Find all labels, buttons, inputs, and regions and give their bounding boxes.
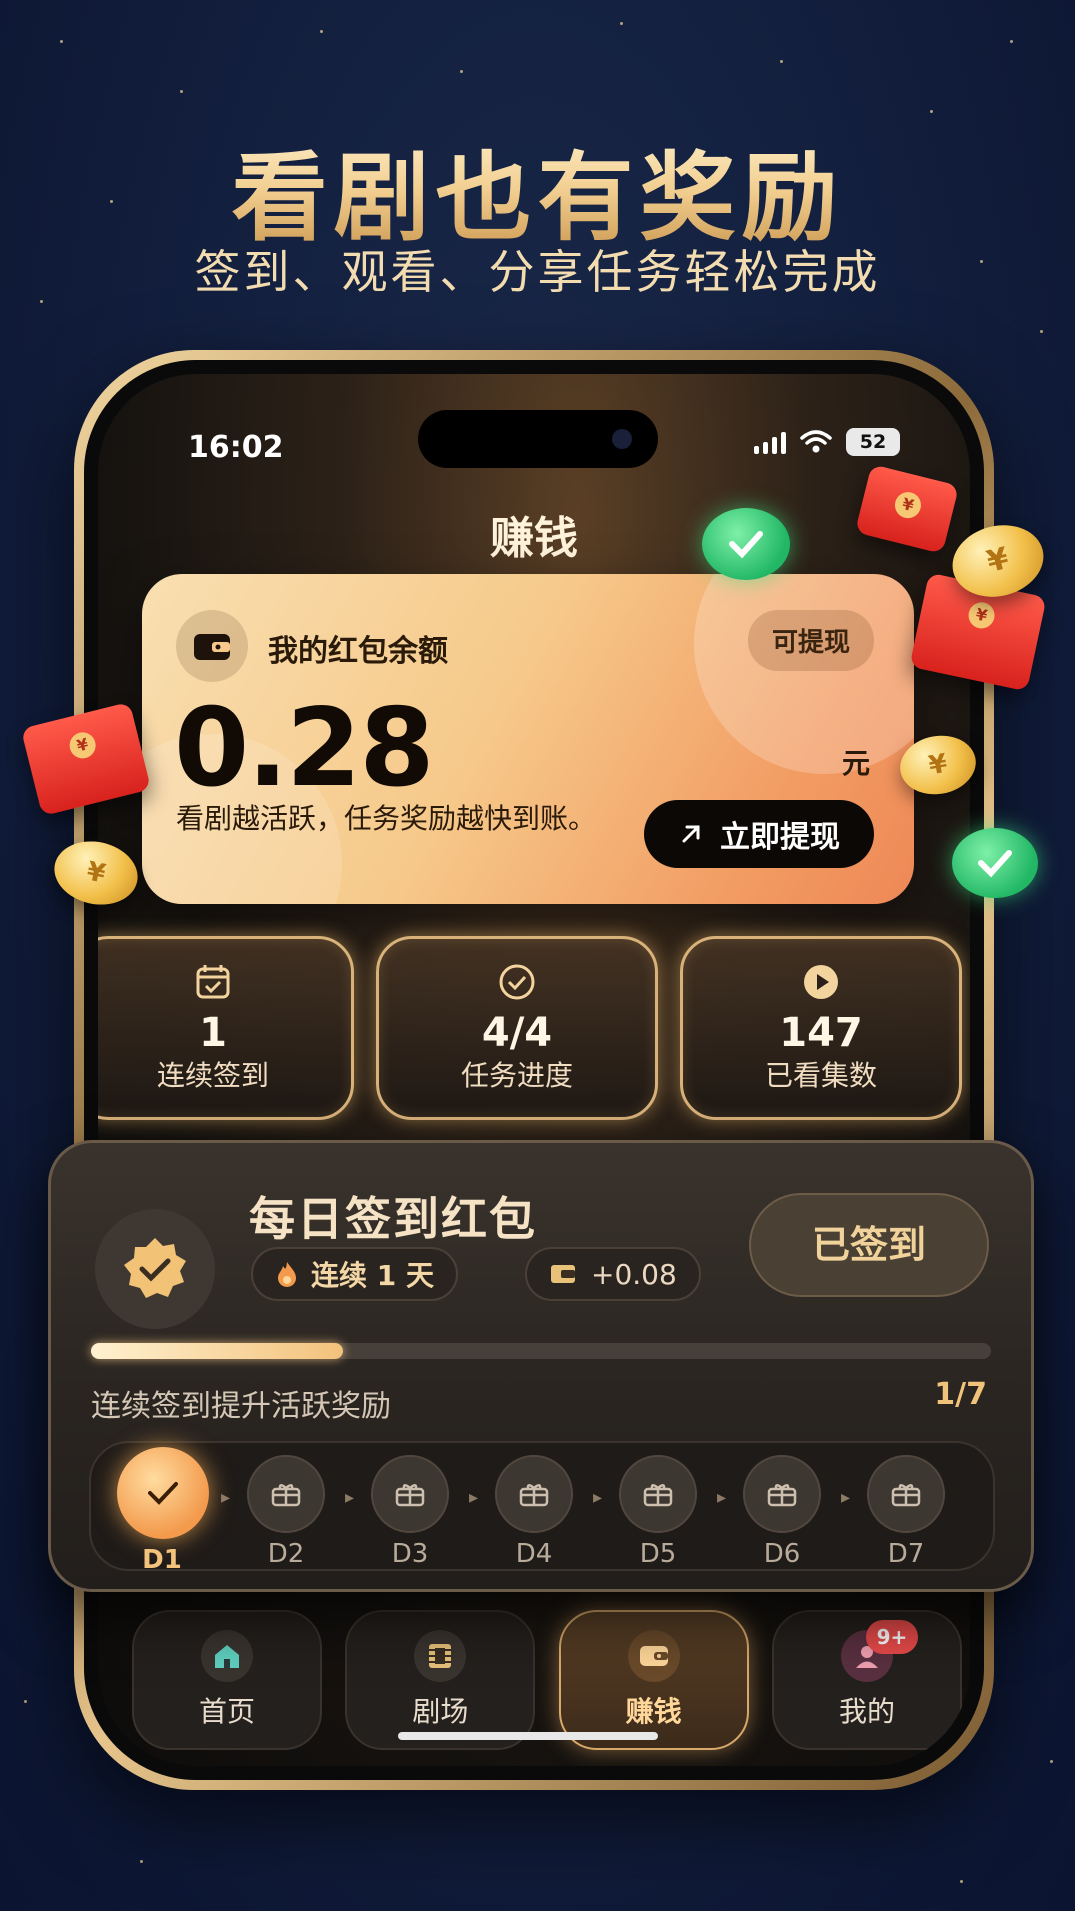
play-circle-icon — [804, 965, 838, 999]
gift-box-icon — [619, 1455, 697, 1533]
check-circle-icon — [499, 964, 535, 1000]
nav-label: 我的 — [838, 1695, 895, 1728]
nav-label: 剧场 — [412, 1695, 469, 1728]
stat-value: 1 — [199, 1010, 227, 1056]
balance-label: 我的红包余额 — [268, 634, 448, 669]
checkin-day[interactable]: D5 — [613, 1455, 703, 1569]
checkin-day-label: D6 — [763, 1539, 801, 1569]
home-indicator — [398, 1732, 658, 1740]
ticket-icon — [551, 1265, 575, 1283]
stat-value: 4/4 — [481, 1010, 553, 1056]
stat-label: 连续签到 — [156, 1059, 269, 1092]
chevron-right-icon: ▸ — [717, 1487, 727, 1508]
chevron-right-icon: ▸ — [593, 1487, 603, 1508]
stat-value: 147 — [779, 1010, 863, 1056]
chevron-right-icon: ▸ — [345, 1487, 355, 1508]
bonus-chip: +0.08 — [525, 1247, 701, 1301]
nav-theater[interactable]: 剧场 — [345, 1610, 536, 1750]
arrow-up-right-icon — [682, 825, 700, 843]
gift-box-icon — [867, 1455, 945, 1533]
screen-title: 赚钱 — [490, 513, 578, 564]
check-mark-icon — [952, 828, 1038, 898]
promo-subtitle: 签到、观看、分享任务轻松完成 — [194, 245, 881, 299]
balance-card: 我的红包余额 可提现 0.28 元 看剧越活跃，任务奖励越快到账。 立即提现 — [142, 574, 914, 904]
signal-icon — [754, 430, 786, 454]
checkin-day[interactable]: D6 — [737, 1455, 827, 1569]
dynamic-island — [418, 410, 658, 468]
verified-badge-icon — [95, 1209, 215, 1329]
checkin-day-label: D4 — [515, 1539, 553, 1569]
film-icon — [414, 1630, 467, 1682]
checkin-day[interactable]: D4 — [489, 1455, 579, 1569]
notification-badge: 9+ — [865, 1620, 918, 1654]
checkin-day-label: D5 — [639, 1539, 677, 1569]
nav-earn[interactable]: 赚钱 — [558, 1610, 749, 1750]
progress-count: 1/7 — [934, 1377, 987, 1412]
checkin-day-label: D3 — [391, 1539, 429, 1569]
nav-label: 赚钱 — [625, 1695, 682, 1728]
wallet-icon — [176, 610, 248, 682]
calendar-check-icon — [196, 965, 230, 999]
balance-unit: 元 — [841, 747, 870, 780]
chevron-right-icon: ▸ — [469, 1487, 479, 1508]
streak-chip-label: 连续 1 天 — [311, 1259, 434, 1292]
stat-tasks[interactable]: 4/4 任务进度 — [376, 936, 658, 1120]
checkin-day-label: D1 — [142, 1545, 182, 1575]
bonus-chip-label: +0.08 — [591, 1257, 677, 1291]
stat-label: 已看集数 — [764, 1059, 877, 1092]
wifi-icon — [800, 430, 832, 453]
status-icons: 52 — [754, 428, 900, 456]
withdraw-button-label: 立即提现 — [720, 820, 840, 855]
daily-checkin-card: 每日签到红包 连续 1 天 +0.08 已签到 连续签到提升活跃奖励 1/7 D… — [48, 1140, 1034, 1592]
nav-label: 首页 — [198, 1695, 255, 1728]
check-mark-icon — [702, 508, 790, 580]
home-icon — [201, 1630, 253, 1682]
gift-box-icon — [495, 1455, 573, 1533]
gift-box-icon — [247, 1455, 325, 1533]
checkin-day-label: D7 — [887, 1539, 925, 1569]
checkin-progress-bar — [91, 1343, 991, 1359]
checkin-days-strip: D1 ▸ D2 ▸ D3 ▸ D4 ▸ D5 ▸ D6 ▸ D7 — [89, 1441, 995, 1575]
wallet-icon — [627, 1630, 680, 1682]
checkin-day[interactable]: D7 — [861, 1455, 951, 1569]
chevron-right-icon: ▸ — [841, 1487, 851, 1508]
camera-icon — [612, 429, 632, 449]
flame-icon — [278, 1262, 296, 1287]
streak-chip: 连续 1 天 — [251, 1247, 458, 1301]
checkin-day[interactable]: D3 — [365, 1455, 455, 1569]
withdraw-button[interactable]: 立即提现 — [644, 800, 874, 868]
signed-in-button[interactable]: 已签到 — [749, 1193, 989, 1297]
gift-box-icon — [371, 1455, 449, 1533]
gift-box-icon — [743, 1455, 821, 1533]
checkin-title: 每日签到红包 — [249, 1192, 537, 1246]
progress-hint: 连续签到提升活跃奖励 — [91, 1389, 391, 1424]
balance-hint: 看剧越活跃，任务奖励越快到账。 — [176, 802, 597, 835]
withdrawable-tag: 可提现 — [747, 610, 874, 671]
battery-icon: 52 — [846, 428, 900, 456]
stats-row: 1 连续签到 4/4 任务进度 147 已看集数 — [98, 936, 962, 1120]
stat-streak[interactable]: 1 连续签到 — [98, 936, 354, 1120]
stat-episodes[interactable]: 147 已看集数 — [680, 936, 962, 1120]
status-time: 16:02 — [188, 430, 284, 465]
checkin-day[interactable]: D1 — [117, 1447, 209, 1575]
nav-home[interactable]: 首页 — [132, 1610, 322, 1750]
nav-profile[interactable]: 9+ 我的 — [771, 1610, 962, 1750]
stat-label: 任务进度 — [460, 1059, 573, 1092]
chevron-right-icon: ▸ — [221, 1487, 231, 1508]
checkin-progress-fill — [91, 1343, 343, 1359]
checkin-day[interactable]: D2 — [241, 1455, 331, 1569]
check-icon — [117, 1447, 209, 1539]
balance-amount: 0.28 — [174, 686, 434, 811]
checkin-day-label: D2 — [267, 1539, 305, 1569]
